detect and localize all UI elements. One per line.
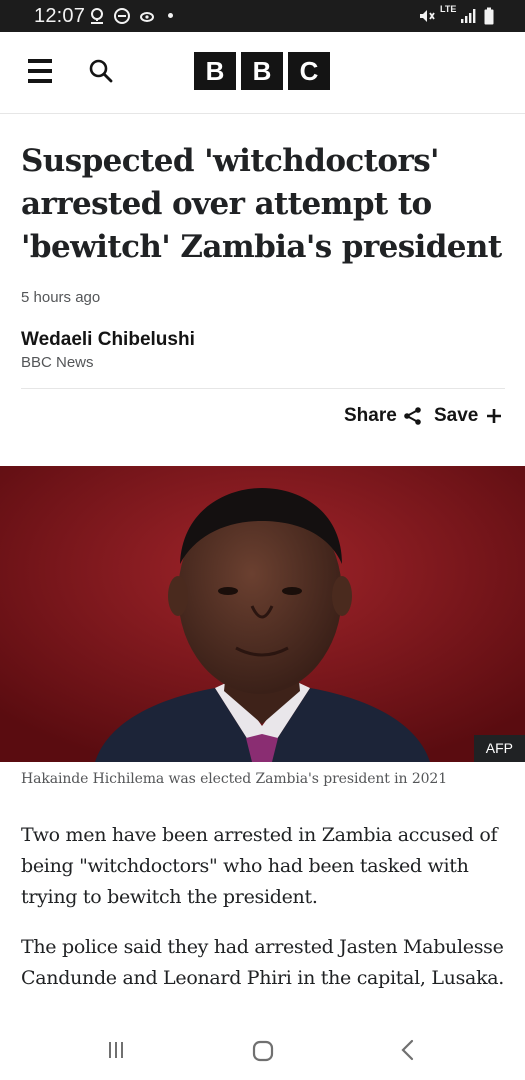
save-button[interactable]: Save: [434, 405, 502, 427]
status-time: 12:07: [34, 5, 86, 27]
location-pin-icon: [91, 8, 103, 24]
link-icon: [140, 12, 154, 22]
search-icon[interactable]: [88, 58, 114, 84]
recents-icon[interactable]: [106, 1040, 126, 1060]
notification-dot: [168, 13, 173, 18]
logo-letter: B: [194, 52, 236, 90]
author-name: Wedaeli Chibelushi: [21, 329, 195, 350]
status-bar: 12:07 LTE: [0, 0, 525, 32]
logo-letter: C: [288, 52, 330, 90]
menu-icon[interactable]: [28, 59, 52, 85]
battery-icon: [484, 7, 494, 25]
save-label: Save: [434, 405, 479, 426]
article-paragraph: Two men have been arrested in Zambia acc…: [21, 824, 498, 908]
article-headline: Suspected 'witchdoctors' arrested over a…: [21, 143, 502, 265]
share-label: Share: [344, 405, 397, 426]
app-header: B B C: [0, 32, 525, 114]
mute-icon: [420, 10, 435, 22]
author-organisation: BBC News: [21, 354, 94, 371]
back-icon[interactable]: [398, 1039, 418, 1061]
article-timestamp: 5 hours ago: [21, 289, 101, 306]
do-not-disturb-icon: [114, 8, 130, 24]
network-type: LTE: [440, 4, 457, 14]
home-icon[interactable]: [252, 1040, 274, 1062]
president-portrait: [0, 466, 525, 762]
image-credit: AFP: [473, 735, 525, 762]
system-nav-bar: [0, 1020, 525, 1080]
bbc-logo[interactable]: B B C: [194, 52, 330, 90]
logo-letter: B: [241, 52, 283, 90]
article-paragraph: The police said they had arrested Jasten…: [21, 936, 505, 989]
article-image: AFP: [0, 466, 525, 762]
share-icon: [404, 407, 421, 425]
share-button[interactable]: Share: [344, 405, 423, 427]
divider: [21, 388, 505, 389]
signal-icon: [461, 9, 476, 23]
image-caption: Hakainde Hichilema was elected Zambia's …: [21, 771, 448, 787]
plus-icon: [487, 409, 502, 423]
